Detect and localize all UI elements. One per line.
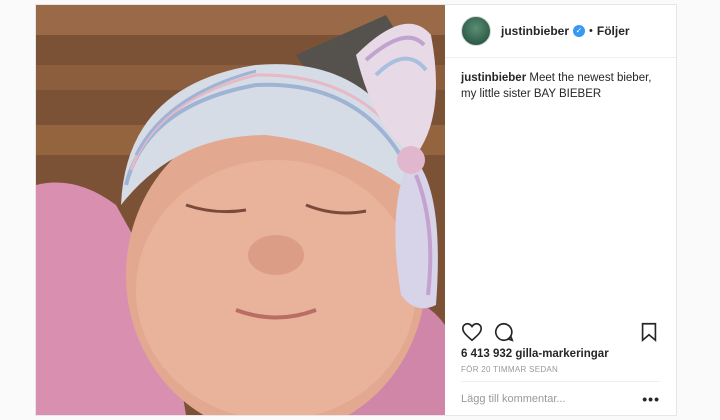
more-options-button[interactable]: •••: [642, 391, 660, 407]
post-photo[interactable]: [36, 5, 445, 415]
speech-bubble-icon[interactable]: [493, 321, 515, 343]
username[interactable]: justinbieber: [501, 24, 569, 38]
post-header: justinbieber ✓ • Följer: [445, 5, 676, 58]
post-sidebar: justinbieber ✓ • Följer justinbieber Mee…: [445, 5, 676, 415]
comment-bar: •••: [461, 381, 660, 416]
comment-input[interactable]: [461, 393, 643, 405]
follow-button[interactable]: Följer: [597, 24, 630, 38]
caption: justinbieber Meet the newest bieber, my …: [445, 58, 676, 114]
avatar[interactable]: [461, 16, 491, 46]
heart-icon[interactable]: [461, 321, 483, 343]
verified-icon: ✓: [573, 25, 586, 37]
bookmark-icon[interactable]: [638, 321, 660, 343]
instagram-post: justinbieber ✓ • Följer justinbieber Mee…: [35, 4, 677, 416]
likes-count[interactable]: 6 413 932 gilla-markeringar: [461, 348, 609, 360]
separator: •: [589, 25, 593, 37]
action-bar: [461, 320, 660, 344]
baby-photo-illustration: [36, 5, 445, 415]
caption-username[interactable]: justinbieber: [461, 72, 526, 84]
post-timestamp: FÖR 20 TIMMAR SEDAN: [461, 365, 559, 374]
